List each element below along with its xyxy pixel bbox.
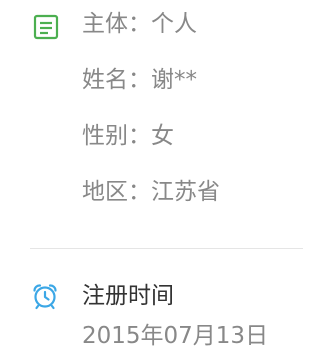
alarm-clock-icon — [33, 284, 57, 310]
region-value: 江苏省 — [151, 179, 220, 205]
subject-value: 个人 — [151, 11, 197, 37]
subject-row: 主体：个人 — [82, 10, 197, 38]
region-label: 地区： — [82, 179, 151, 205]
profile-info-panel: 主体：个人 姓名：谢** 性别：女 地区：江苏省 注册时间 2015年07月13… — [0, 0, 303, 359]
name-row: 姓名：谢** — [82, 66, 197, 94]
gender-row: 性别：女 — [82, 122, 174, 150]
registration-time-title: 注册时间 — [82, 283, 174, 309]
document-list-icon — [33, 14, 59, 40]
section-divider — [30, 248, 303, 249]
region-row: 地区：江苏省 — [82, 178, 220, 206]
gender-label: 性别： — [82, 123, 151, 149]
name-label: 姓名： — [82, 67, 151, 93]
subject-label: 主体： — [82, 11, 151, 37]
registration-date: 2015年07月13日 — [82, 323, 269, 349]
name-value: 谢** — [151, 67, 197, 93]
gender-value: 女 — [151, 123, 174, 149]
